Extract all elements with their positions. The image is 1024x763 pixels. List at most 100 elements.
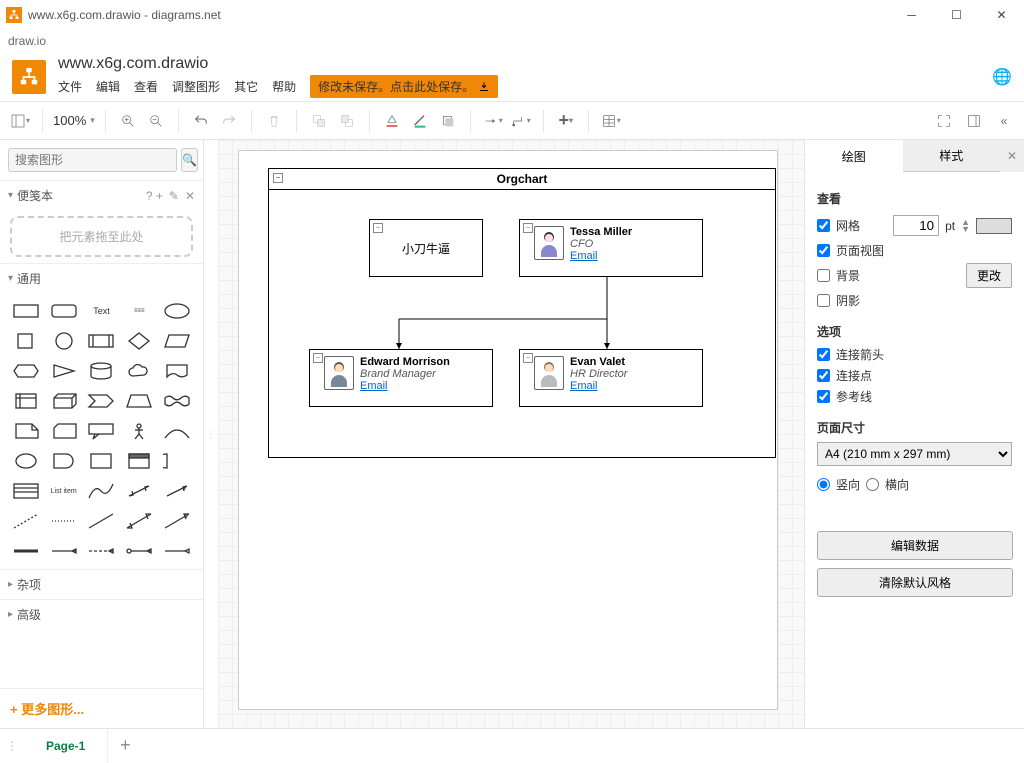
shape-triangle[interactable] — [48, 359, 80, 383]
landscape-radio[interactable] — [866, 478, 879, 491]
shape-dashed[interactable] — [10, 509, 42, 533]
minimize-button[interactable]: ─ — [889, 0, 934, 30]
tab-style[interactable]: 样式 — [903, 140, 1001, 172]
change-bg-button[interactable]: 更改 — [966, 263, 1012, 288]
advanced-header[interactable]: ▸高级 — [0, 599, 203, 629]
close-button[interactable]: ✕ — [979, 0, 1024, 30]
undo-button[interactable] — [189, 109, 213, 133]
connection-button[interactable]: ▾ — [481, 109, 505, 133]
scratchpad-dropzone[interactable]: 把元素拖至此处 — [10, 216, 193, 257]
shadow-button[interactable] — [436, 109, 460, 133]
waypoint-button[interactable]: ▾ — [509, 109, 533, 133]
orgchart-container[interactable]: −Orgchart −小刀牛逼 − Tessa MillerCFOEmail −… — [268, 168, 776, 458]
shape-trapezoid[interactable] — [123, 389, 155, 413]
line-color-button[interactable] — [408, 109, 432, 133]
shape-internal-storage[interactable] — [10, 389, 42, 413]
conn-points-checkbox[interactable] — [817, 369, 830, 382]
fullscreen-button[interactable] — [932, 109, 956, 133]
shadow-checkbox[interactable] — [817, 294, 830, 307]
menu-arrange[interactable]: 调整图形 — [172, 78, 220, 95]
close-panel-button[interactable]: ✕ — [1000, 140, 1024, 172]
email-link[interactable]: Email — [570, 380, 627, 392]
general-header[interactable]: ▾通用 — [0, 263, 203, 293]
shape-curve[interactable] — [161, 419, 193, 443]
delete-button[interactable] — [262, 109, 286, 133]
maximize-button[interactable]: ☐ — [934, 0, 979, 30]
shape-callout[interactable] — [86, 419, 118, 443]
shape-heading[interactable]: ≡≡≡ — [123, 299, 155, 323]
shape-thick-line[interactable] — [10, 539, 42, 563]
shape-frame[interactable] — [123, 449, 155, 473]
shape-hexagon[interactable] — [10, 359, 42, 383]
grid-size-input[interactable] — [893, 215, 939, 236]
guides-checkbox[interactable] — [817, 390, 830, 403]
shape-dotted[interactable] — [48, 509, 80, 533]
shape-circle[interactable] — [48, 329, 80, 353]
format-panel-button[interactable] — [962, 109, 986, 133]
view-mode-button[interactable]: ▾ — [8, 109, 32, 133]
insert-button[interactable]: +▾ — [554, 109, 578, 133]
shape-list[interactable] — [10, 479, 42, 503]
shape-roundrect[interactable] — [48, 299, 80, 323]
zoom-control[interactable]: 100% ▾ — [53, 113, 95, 128]
menu-help[interactable]: 帮助 — [272, 78, 296, 95]
menu-extras[interactable]: 其它 — [234, 78, 258, 95]
canvas[interactable]: −Orgchart −小刀牛逼 − Tessa MillerCFOEmail −… — [218, 140, 804, 728]
shape-card[interactable] — [48, 419, 80, 443]
shape-data-store[interactable] — [86, 449, 118, 473]
misc-header[interactable]: ▸杂项 — [0, 569, 203, 599]
save-banner[interactable]: 修改未保存。点击此处保存。 — [310, 75, 498, 98]
to-back-button[interactable] — [335, 109, 359, 133]
portrait-radio[interactable] — [817, 478, 830, 491]
more-shapes-button[interactable]: + 更多图形... — [0, 688, 203, 728]
shape-actor[interactable] — [123, 419, 155, 443]
collapse-icon[interactable]: − — [273, 173, 283, 183]
edit-icon[interactable]: ✎ — [169, 189, 179, 203]
close-icon[interactable]: ✕ — [185, 189, 195, 203]
zoom-out-button[interactable] — [144, 109, 168, 133]
shape-text[interactable]: Text — [86, 299, 118, 323]
shape-cube[interactable] — [48, 389, 80, 413]
shape-and[interactable] — [48, 449, 80, 473]
language-icon[interactable]: 🌐 — [992, 67, 1012, 87]
shape-note[interactable] — [10, 419, 42, 443]
shape-ellipse[interactable] — [161, 299, 193, 323]
shape-step[interactable] — [86, 389, 118, 413]
shape-diamond[interactable] — [123, 329, 155, 353]
stepper-down[interactable]: ▼ — [961, 226, 970, 233]
pages-menu-button[interactable]: ⋮ — [0, 739, 24, 753]
pageview-checkbox[interactable] — [817, 244, 830, 257]
shape-conn3[interactable] — [123, 539, 155, 563]
tab-diagram[interactable]: 绘图 — [805, 140, 903, 172]
node-edward[interactable]: − Edward MorrisonBrand ManagerEmail — [309, 349, 493, 407]
shape-document[interactable] — [161, 359, 193, 383]
fill-color-button[interactable] — [380, 109, 404, 133]
shape-dir-arrow[interactable] — [161, 509, 193, 533]
email-link[interactable]: Email — [570, 250, 632, 262]
zoom-in-button[interactable] — [116, 109, 140, 133]
grid-color-swatch[interactable] — [976, 218, 1012, 234]
shape-halfcircle[interactable] — [161, 449, 193, 473]
clear-style-button[interactable]: 清除默认风格 — [817, 568, 1013, 597]
shape-conn4[interactable] — [161, 539, 193, 563]
node-tessa[interactable]: − Tessa MillerCFOEmail — [519, 219, 703, 277]
shape-arrow[interactable] — [161, 479, 193, 503]
node-simple[interactable]: −小刀牛逼 — [369, 219, 483, 277]
shape-cylinder[interactable] — [86, 359, 118, 383]
shape-rect[interactable] — [10, 299, 42, 323]
shape-square[interactable] — [10, 329, 42, 353]
redo-button[interactable] — [217, 109, 241, 133]
search-input[interactable] — [8, 148, 177, 172]
menu-view[interactable]: 查看 — [134, 78, 158, 95]
search-button[interactable]: 🔍 — [181, 148, 198, 172]
shape-conn2[interactable] — [86, 539, 118, 563]
shape-or[interactable] — [10, 449, 42, 473]
shape-bidir-arrow[interactable] — [123, 479, 155, 503]
shape-conn1[interactable] — [48, 539, 80, 563]
background-checkbox[interactable] — [817, 269, 830, 282]
shape-list-item[interactable]: List item — [48, 479, 80, 503]
collapse-button[interactable]: « — [992, 109, 1016, 133]
scratchpad-header[interactable]: ▾便笺本 ? + ✎ ✕ — [0, 180, 203, 210]
shape-parallelogram[interactable] — [161, 329, 193, 353]
add-page-button[interactable]: + — [108, 729, 142, 763]
